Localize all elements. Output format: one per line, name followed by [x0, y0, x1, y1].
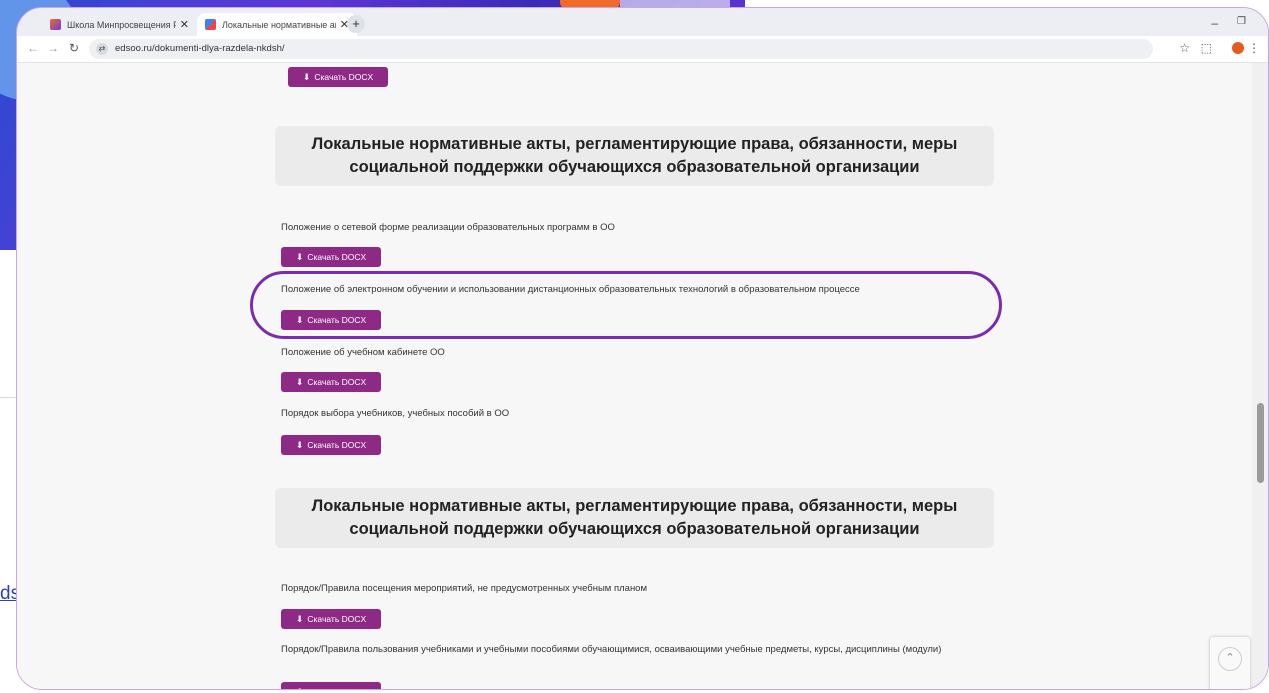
section-heading: Локальные нормативные акты, регламентиру… [275, 488, 994, 548]
download-icon: ⬇ [295, 314, 304, 325]
recaptcha-badge[interactable]: ⌃ [1210, 637, 1250, 689]
document-title: Положение об учебном кабинете ОО [281, 347, 445, 358]
download-label: Скачать DOCX [314, 72, 374, 82]
browser-toolbar: ← → ↻ ⇄ edsoo.ru/dokumenti-dlya-razdela-… [17, 36, 1268, 63]
forward-icon[interactable]: → [47, 41, 59, 55]
maximize-icon[interactable]: ❐ [1237, 16, 1246, 27]
browser-window: Школа Минпросвещения Рос ✕ Локальные нор… [16, 7, 1269, 690]
extensions-icon[interactable]: ⬚ [1201, 41, 1212, 55]
download-docx-button[interactable]: ⬇ Скачать DOCX [281, 609, 381, 629]
edsoo-favicon-icon [205, 19, 216, 30]
new-tab-button[interactable]: + [347, 15, 365, 33]
section-heading: Локальные нормативные акты, регламентиру… [275, 126, 994, 186]
tab-bar: Школа Минпросвещения Рос ✕ Локальные нор… [17, 8, 1268, 36]
download-icon: ⬇ [295, 439, 304, 450]
reload-icon[interactable]: ↻ [69, 41, 79, 55]
download-icon: ⬇ [295, 251, 304, 262]
download-label: Скачать DOCX [307, 687, 366, 689]
tab-local-acts[interactable]: Локальные нормативные акты ✕ [197, 13, 357, 36]
tab-title: Школа Минпросвещения Рос [67, 19, 176, 30]
back-icon[interactable]: ← [27, 41, 39, 55]
download-label: Скачать DOCX [307, 440, 367, 450]
download-label: Скачать DOCX [307, 315, 367, 325]
page-scrollbar[interactable] [1252, 63, 1268, 689]
profile-icon[interactable] [1232, 42, 1244, 54]
document-title: Положение об электронном обучении и испо… [281, 284, 860, 295]
address-bar[interactable]: ⇄ edsoo.ru/dokumenti-dlya-razdela-nkdsh/ [89, 39, 1153, 59]
download-label: Скачать DOCX [307, 377, 367, 387]
download-icon: ⬇ [295, 376, 304, 387]
url-text: edsoo.ru/dokumenti-dlya-razdela-nkdsh/ [115, 43, 285, 54]
download-docx-button[interactable]: ⬇ Скачать DOCX [281, 372, 381, 392]
document-title: Порядок/Правила пользования учебниками и… [281, 644, 942, 655]
download-icon: ⬇ [295, 613, 304, 624]
document-title: Порядок выбора учебников, учебных пособи… [281, 408, 510, 419]
scroll-up-icon[interactable]: ⌃ [1218, 647, 1242, 671]
star-icon[interactable]: ☆ [1179, 41, 1190, 55]
download-docx-button[interactable]: ⬇ Скачать DOCX [281, 310, 381, 330]
tab-title: Локальные нормативные акты [222, 19, 336, 30]
download-docx-button[interactable]: ⬇ Скачать DOCX [281, 682, 381, 690]
site-info-icon[interactable]: ⇄ [96, 43, 108, 55]
download-label: Скачать DOCX [307, 614, 367, 624]
download-docx-button[interactable]: ⬇ Скачать DOCX [281, 247, 381, 267]
page-content: ⬇ Скачать DOCX Локальные нормативные акт… [17, 63, 1254, 690]
download-icon: ⬇ [296, 687, 304, 690]
document-title: Положение о сетевой форме реализации обр… [281, 222, 615, 233]
minimize-icon[interactable]: – [1211, 16, 1218, 30]
download-icon: ⬇ [302, 71, 311, 82]
tab-shkola[interactable]: Школа Минпросвещения Рос ✕ [42, 13, 197, 36]
document-title: Порядок/Правила посещения мероприятий, н… [281, 583, 648, 594]
download-docx-button[interactable]: ⬇ Скачать DOCX [281, 435, 381, 455]
scrollbar-thumb[interactable] [1257, 403, 1264, 483]
school-favicon-icon [50, 19, 61, 30]
close-icon[interactable]: ✕ [180, 18, 189, 31]
download-docx-button[interactable]: ⬇ Скачать DOCX [288, 67, 388, 87]
menu-icon[interactable]: ⋮ [1248, 41, 1260, 55]
download-label: Скачать DOCX [307, 252, 367, 262]
